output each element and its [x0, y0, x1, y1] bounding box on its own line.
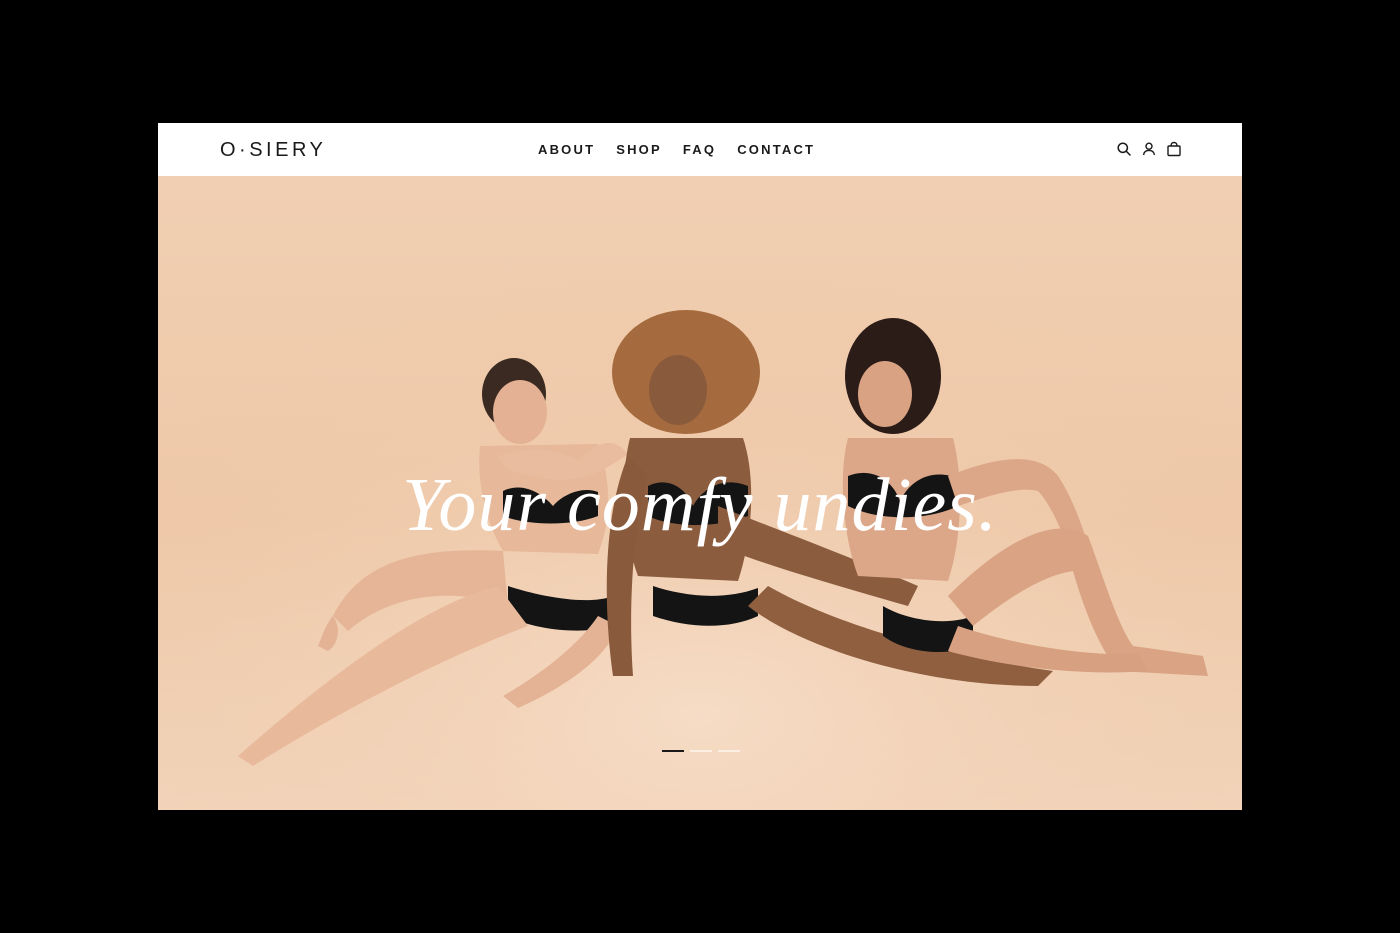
site-header: O·SIERY ABOUT SHOP FAQ CONTACT	[158, 123, 1242, 176]
nav-link-faq[interactable]: FAQ	[683, 142, 716, 158]
account-icon[interactable]	[1141, 141, 1157, 157]
nav-link-about[interactable]: ABOUT	[538, 142, 595, 158]
main-nav: ABOUT SHOP FAQ CONTACT	[538, 142, 815, 158]
carousel-indicators	[662, 750, 740, 752]
carousel-dot-1[interactable]	[662, 750, 684, 752]
hero-headline: Your comfy undies.	[402, 463, 998, 547]
website-frame: O·SIERY ABOUT SHOP FAQ CONTACT Your comf…	[158, 123, 1242, 810]
carousel-dot-2[interactable]	[690, 750, 712, 752]
carousel-dot-3[interactable]	[718, 750, 740, 752]
header-icons	[1116, 141, 1182, 157]
nav-link-shop[interactable]: SHOP	[616, 142, 662, 158]
brand-logo[interactable]: O·SIERY	[220, 138, 326, 162]
nav-link-contact[interactable]: CONTACT	[737, 142, 815, 158]
hero-banner: Your comfy undies.	[158, 176, 1242, 810]
search-icon[interactable]	[1116, 141, 1132, 157]
cart-icon[interactable]	[1166, 141, 1182, 157]
